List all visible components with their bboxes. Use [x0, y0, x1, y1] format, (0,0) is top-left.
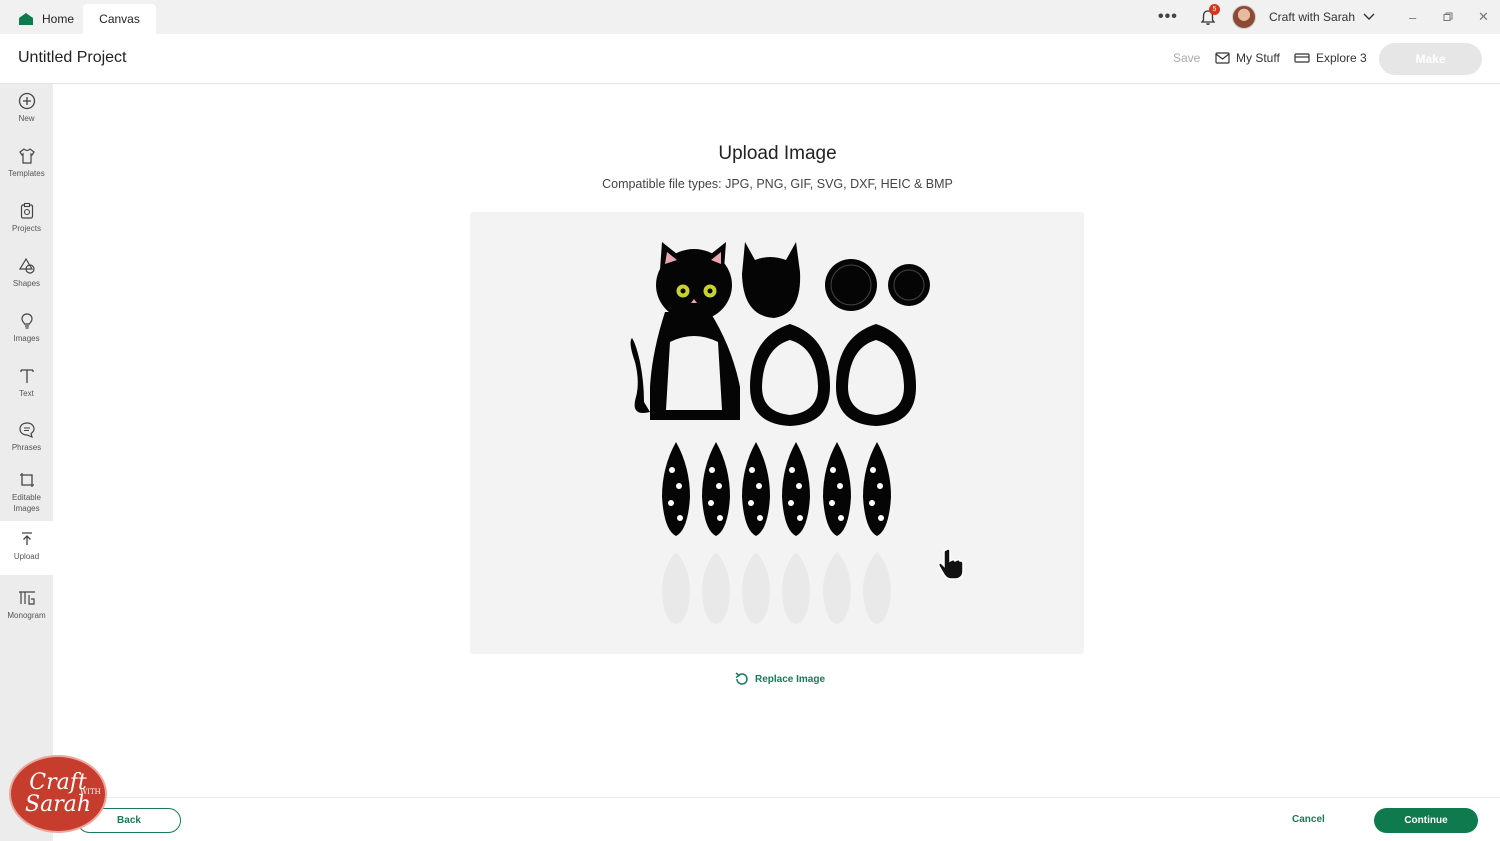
notification-badge: 5 [1209, 4, 1220, 15]
my-stuff-button[interactable]: My Stuff [1215, 51, 1280, 65]
tab-home-label: Home [42, 12, 75, 26]
sidebar-item-label: Editable Images [12, 493, 41, 513]
sidebar-item-label: Phrases [11, 443, 42, 452]
save-button[interactable]: Save [1173, 51, 1200, 65]
machine-selector[interactable]: Explore 3 [1294, 51, 1367, 65]
machine-icon [1294, 53, 1310, 63]
user-name: Craft with Sarah [1269, 10, 1356, 24]
chevron-down-icon [1363, 13, 1375, 20]
project-header: Untitled Project Save My Stuff Explore 3… [0, 34, 1500, 84]
make-button[interactable]: Make [1379, 43, 1482, 75]
machine-label: Explore 3 [1316, 51, 1367, 65]
tab-home[interactable]: Home [8, 4, 84, 34]
monogram-icon [18, 591, 35, 605]
avatar[interactable] [1232, 0, 1256, 34]
my-stuff-label: My Stuff [1236, 51, 1280, 65]
footer [53, 797, 1500, 841]
sidebar: New Templates Projects Shapes Images Tex… [0, 84, 53, 841]
sidebar-item-label: Images [13, 334, 40, 343]
sidebar-item-label: New [18, 114, 35, 123]
lightbulb-icon [20, 313, 33, 329]
shapes-icon [18, 257, 35, 274]
cancel-button[interactable]: Cancel [1292, 814, 1325, 825]
restore-icon[interactable] [1443, 0, 1453, 34]
tab-canvas-label: Canvas [99, 12, 140, 26]
upload-icon [21, 532, 32, 545]
mail-icon [1215, 52, 1230, 64]
sidebar-item-projects[interactable]: Projects [0, 202, 53, 234]
sidebar-item-label: Shapes [12, 279, 41, 288]
craft-with-sarah-logo: Craft WITH Sarah [9, 755, 107, 833]
compatible-file-types: Compatible file types: JPG, PNG, GIF, SV… [602, 177, 953, 191]
minimize-icon[interactable]: – [1409, 0, 1416, 34]
hand-cursor-icon [938, 548, 964, 580]
close-icon[interactable]: ✕ [1478, 0, 1489, 34]
sidebar-item-text[interactable]: Text [0, 367, 53, 399]
continue-button[interactable]: Continue [1374, 808, 1478, 833]
sidebar-item-upload[interactable]: Upload [0, 521, 53, 575]
text-icon [19, 369, 34, 383]
sidebar-item-shapes[interactable]: Shapes [0, 257, 53, 289]
cat-head-piece [742, 242, 801, 318]
speech-bubble-icon [18, 422, 35, 439]
sidebar-item-phrases[interactable]: Phrases [0, 421, 53, 453]
sidebar-item-monogram[interactable]: Monogram [0, 589, 53, 621]
egg-frame-piece [750, 324, 916, 426]
refresh-icon [735, 672, 748, 685]
sidebar-item-label: Upload [13, 552, 40, 561]
image-preview [470, 212, 1084, 654]
title-bar: Home Canvas ••• 5 Craft with Sarah – ✕ [0, 0, 1500, 34]
replace-image-button[interactable]: Replace Image [734, 671, 825, 687]
sidebar-item-label: Monogram [7, 611, 46, 620]
project-title: Untitled Project [18, 49, 127, 66]
sidebar-item-label: Text [19, 389, 34, 398]
sidebar-item-editable-images[interactable]: Editable Images [0, 471, 53, 514]
faded-pieces [662, 552, 891, 624]
notifications-button[interactable]: 5 [1196, 0, 1220, 34]
uploaded-image [630, 242, 930, 624]
cat-piece [630, 242, 740, 420]
editable-image-icon [19, 473, 34, 487]
clipboard-icon [20, 202, 33, 219]
more-options-icon[interactable]: ••• [1158, 0, 1178, 34]
plus-circle-icon [18, 92, 35, 110]
user-menu[interactable]: Craft with Sarah [1269, 0, 1375, 34]
sidebar-item-images[interactable]: Images [0, 312, 53, 344]
logo-with: WITH [80, 788, 101, 796]
tab-canvas[interactable]: Canvas [83, 4, 156, 34]
sidebar-item-new[interactable]: New [0, 92, 53, 124]
leaf-pieces [662, 442, 891, 536]
logo-line-1: Craft [29, 770, 87, 795]
home-icon [19, 13, 33, 25]
round-piece-large [825, 259, 877, 311]
page-title: Upload Image [718, 143, 837, 164]
replace-image-label: Replace Image [755, 673, 826, 685]
sidebar-item-label: Projects [12, 224, 41, 233]
